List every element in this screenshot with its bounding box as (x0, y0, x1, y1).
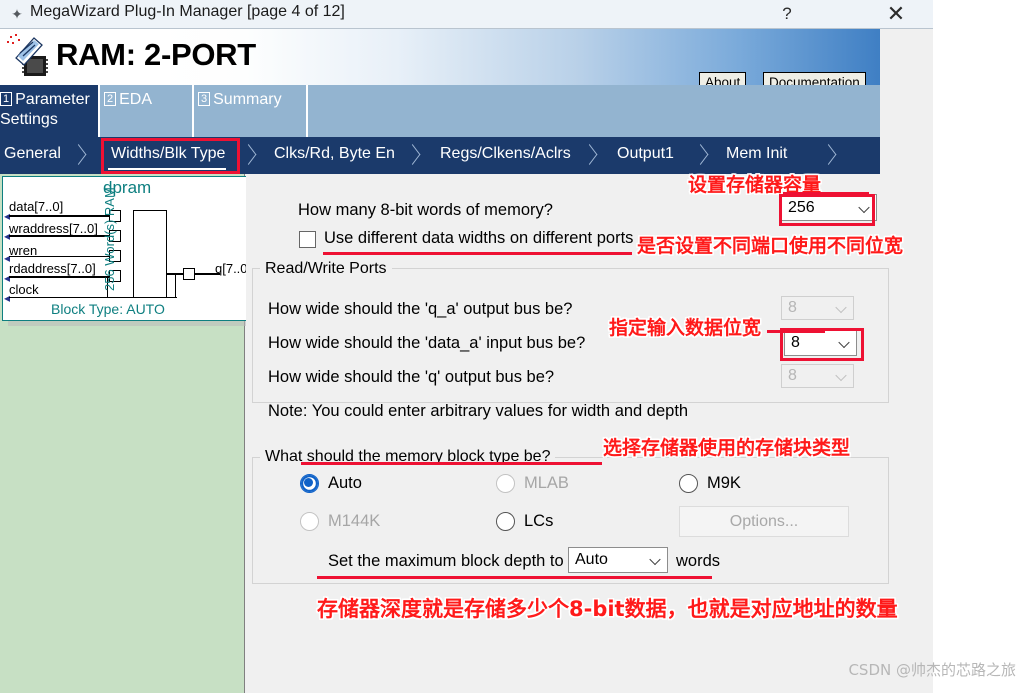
memory-words-value: 256 (788, 198, 815, 216)
max-block-depth-select[interactable]: Auto (568, 547, 668, 573)
product-banner: RAM: 2-PORT About Documentation (0, 29, 880, 93)
chevron-right-icon (70, 146, 92, 166)
megawizard-window: ✦ MegaWizard Plug-In Manager [page 4 of … (0, 0, 933, 693)
sub-tab-strip: General Widths/Blk Type Clks/Rd, Byte En… (0, 137, 880, 174)
tab-strip-filler (308, 85, 880, 137)
tab-label: EDA (119, 91, 153, 108)
step-number-3: 3 (198, 92, 211, 106)
symbol-wire (9, 215, 109, 218)
symbol-port-rdaddress: rdaddress[7..0] (9, 261, 96, 276)
wand-icon: ✦ (11, 6, 23, 22)
symbol-port-data: data[7..0] (9, 199, 64, 214)
symbol-port-clock: clock (9, 282, 39, 297)
q-width-value: 8 (788, 367, 797, 384)
chevron-down-icon (837, 304, 846, 313)
sidebar-item-regs-clkens-aclrs[interactable]: Regs/Clkens/Aclrs (440, 145, 571, 163)
chevron-down-icon (860, 203, 869, 212)
radio-auto-label[interactable]: Auto (328, 474, 362, 493)
radio-mlab[interactable] (496, 474, 515, 493)
max-block-depth-label: Set the maximum block depth to (328, 552, 564, 570)
port-arrow-icon: ◂ (4, 251, 11, 265)
tab-label: Parameter Settings (0, 91, 90, 128)
chevron-down-icon (837, 372, 846, 381)
step-number-1: 1 (0, 92, 13, 106)
sidebar-item-mem-init[interactable]: Mem Init (726, 145, 787, 163)
step-number-2: 2 (104, 92, 117, 106)
help-button[interactable]: ? (764, 0, 810, 27)
memory-block-type-title: What should the memory block type be? (260, 448, 556, 466)
different-data-widths-checkbox[interactable] (299, 231, 316, 248)
different-data-widths-label: Use different data widths on different p… (324, 229, 634, 247)
data-a-width-value: 8 (791, 334, 800, 351)
data-a-width-select[interactable]: 8 (784, 330, 857, 356)
symbol-wire (175, 273, 177, 298)
q-width-select[interactable]: 8 (781, 364, 854, 388)
tab-label: Summary (213, 91, 282, 108)
tab-eda[interactable]: 2 EDA (100, 85, 194, 137)
block-symbol: dpram data[7..0] wraddress[7..0] wren rd… (2, 176, 266, 321)
radio-mlab-label[interactable]: MLAB (524, 474, 569, 493)
chevron-right-icon (581, 146, 603, 166)
radio-m9k-label[interactable]: M9K (707, 474, 741, 493)
radio-lcs-label[interactable]: LCs (524, 512, 553, 531)
chevron-down-icon (651, 556, 660, 565)
radio-lcs[interactable] (496, 512, 515, 531)
chevron-right-icon (820, 146, 842, 166)
symbol-wire (9, 256, 109, 258)
tab-summary[interactable]: 3 Summary (194, 85, 308, 137)
data-a-width-label: How wide should the 'data_a' input bus b… (268, 334, 586, 352)
active-subtab-underline (108, 168, 226, 170)
sidebar-item-clks-rd-byte-en[interactable]: Clks/Rd, Byte En (274, 145, 395, 163)
step-tab-strip: 1 Parameter Settings 2 EDA 3 Summary (0, 85, 880, 137)
radio-m9k[interactable] (679, 474, 698, 493)
symbol-wire (9, 276, 109, 279)
symbol-ram-body (133, 210, 167, 298)
symbol-register (183, 268, 195, 280)
megawizard-logo-icon (7, 34, 48, 76)
symbol-port-wraddress: wraddress[7..0] (9, 221, 98, 236)
title-bar: ✦ MegaWizard Plug-In Manager [page 4 of … (0, 0, 933, 29)
chevron-right-icon (240, 146, 262, 166)
max-block-depth-value: Auto (575, 551, 608, 568)
q-a-width-label: How wide should the 'q_a' output bus be? (268, 300, 573, 318)
close-button[interactable]: ✕ (873, 0, 919, 27)
q-a-width-select[interactable]: 8 (781, 296, 854, 320)
radio-auto[interactable] (300, 474, 319, 493)
memory-words-select[interactable]: 256 (781, 194, 877, 221)
sidebar-item-general[interactable]: General (4, 145, 61, 163)
window-title: MegaWizard Plug-In Manager [page 4 of 12… (30, 3, 345, 20)
chevron-down-icon (840, 339, 849, 348)
chevron-right-icon (404, 146, 426, 166)
chevron-right-icon (692, 146, 714, 166)
symbol-block-type: Block Type: AUTO (51, 301, 165, 317)
max-block-depth-suffix: words (676, 552, 721, 570)
symbol-wire (9, 297, 109, 299)
q-width-label: How wide should the 'q' output bus be? (268, 368, 555, 386)
symbol-wire (9, 235, 109, 238)
tab-parameter-settings[interactable]: 1 Parameter Settings (0, 85, 100, 137)
read-write-ports-title: Read/Write Ports (260, 260, 392, 278)
page-title: RAM: 2-PORT (56, 37, 256, 72)
sidebar-item-widths-blk-type[interactable]: Widths/Blk Type (111, 145, 225, 163)
sidebar-item-output1[interactable]: Output1 (617, 145, 674, 163)
radio-m144k-label[interactable]: M144K (328, 512, 380, 531)
symbol-ram-label: 256 Word(s) RAM (102, 187, 117, 291)
radio-m144k[interactable] (300, 512, 319, 531)
block-options-button[interactable]: Options... (679, 506, 849, 537)
memory-words-label: How many 8-bit words of memory? (298, 201, 553, 219)
q-a-width-value: 8 (788, 299, 797, 316)
main-content: How many 8-bit words of memory? 256 Use … (246, 174, 933, 693)
symbol-preview-pane: dpram data[7..0] wraddress[7..0] wren rd… (0, 174, 270, 693)
width-depth-note: Note: You could enter arbitrary values f… (268, 402, 689, 420)
watermark: CSDN @帅杰的芯路之旅 (848, 661, 1016, 679)
